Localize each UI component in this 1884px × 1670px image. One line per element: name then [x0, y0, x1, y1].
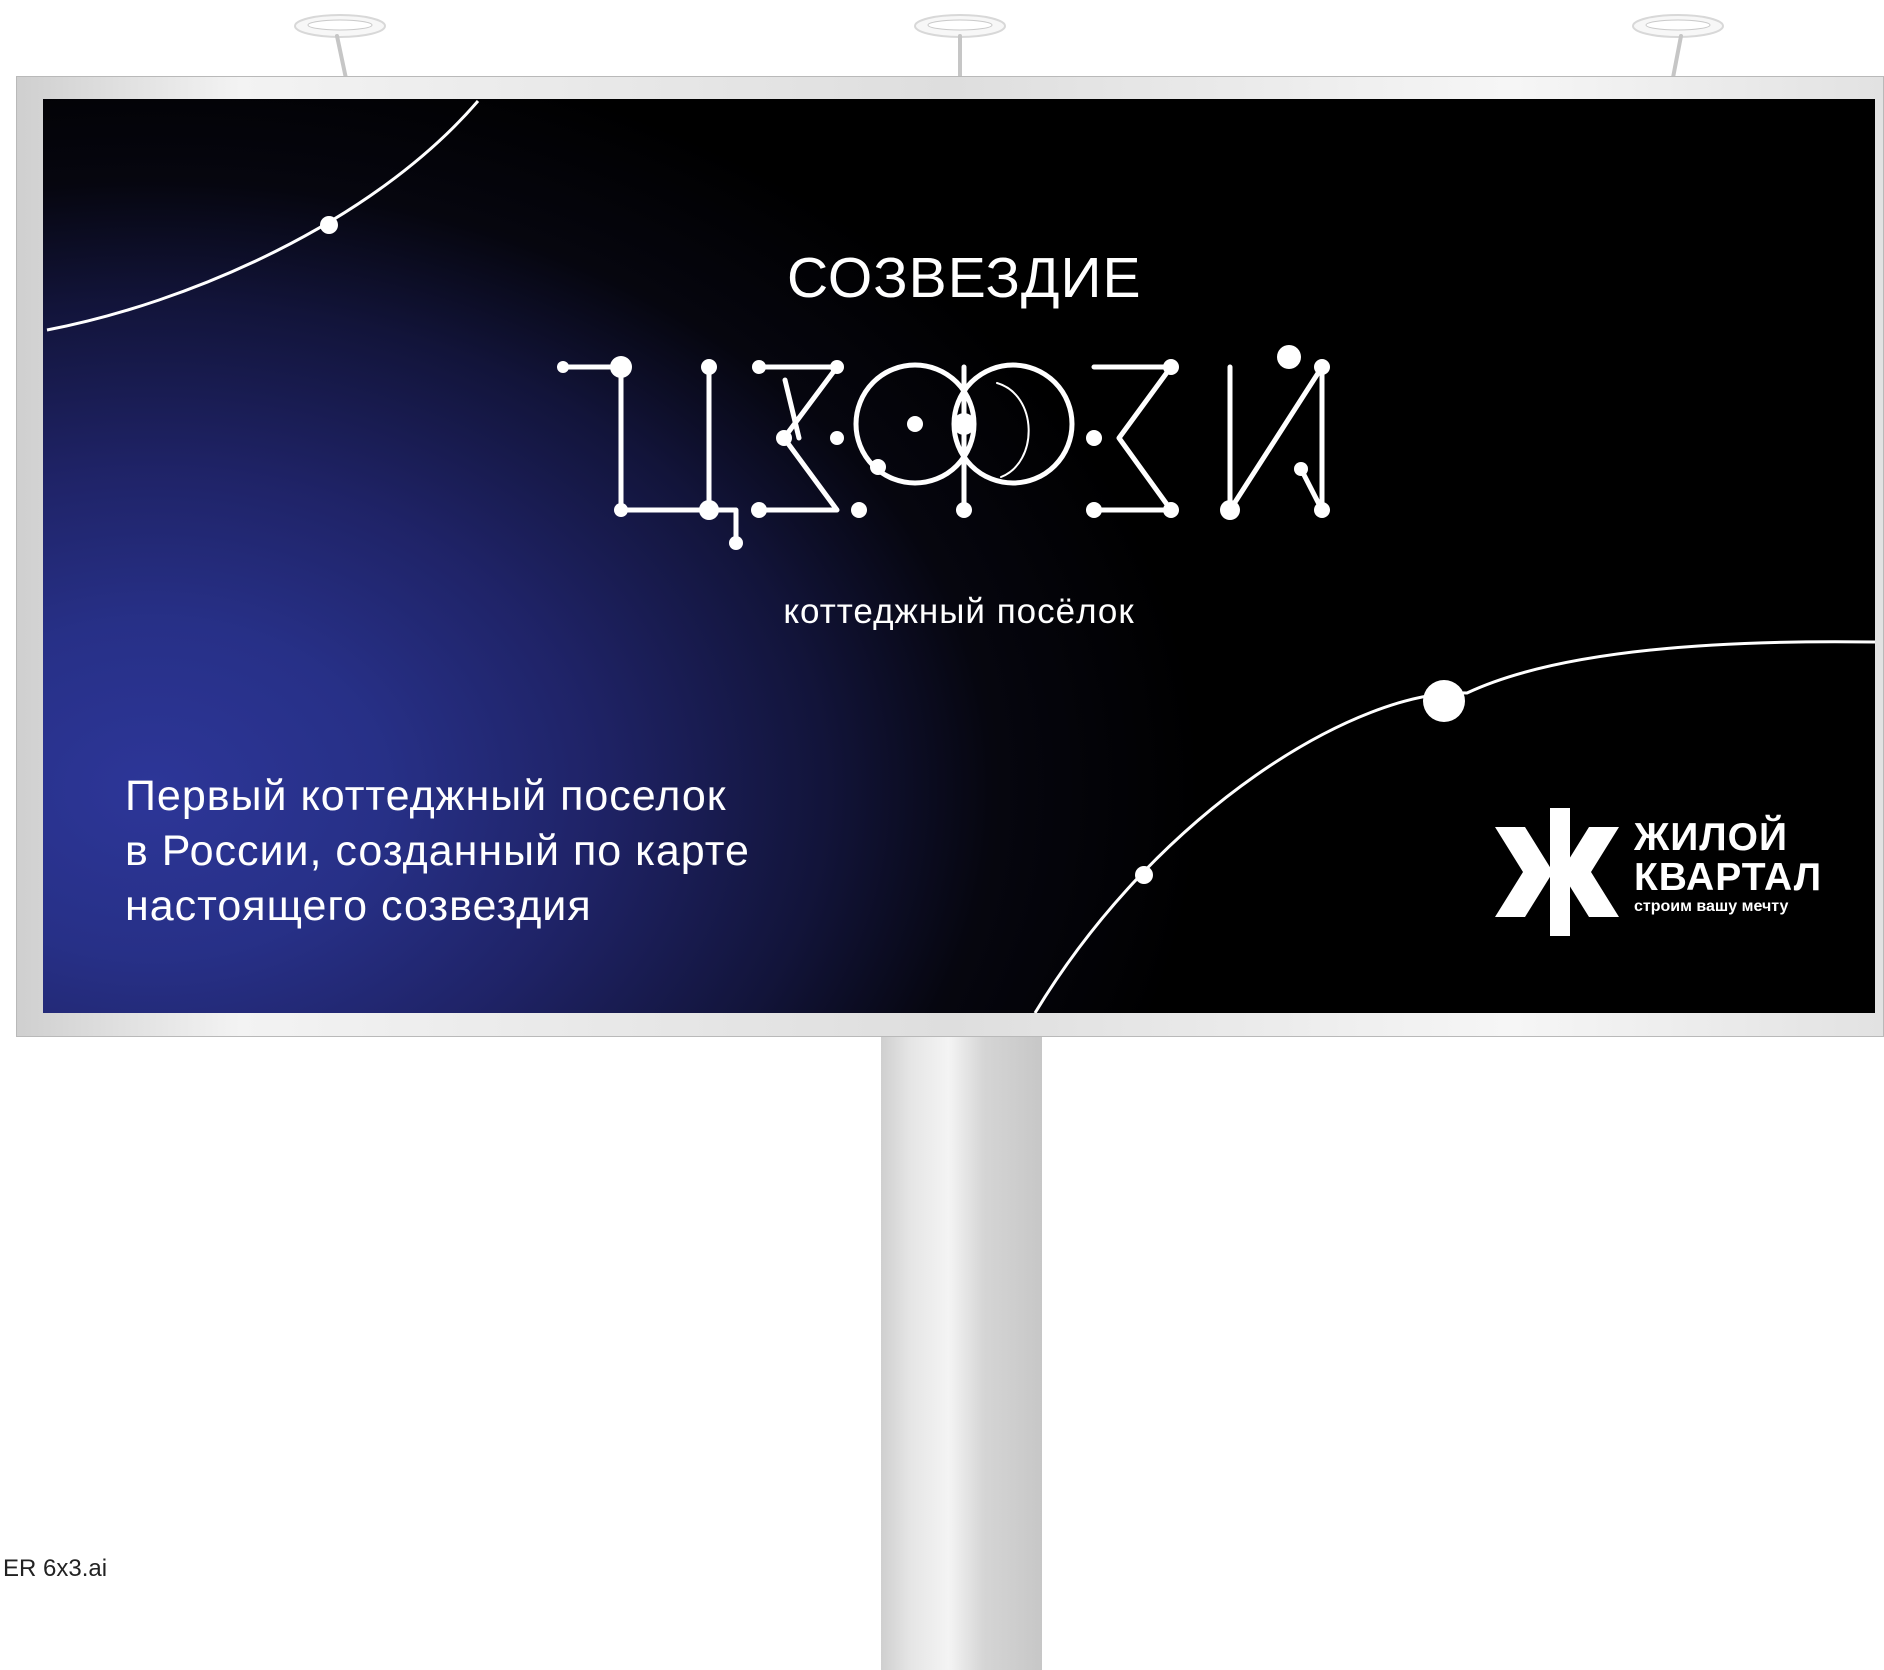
star-dot-icon [751, 502, 767, 518]
star-dot-icon [557, 361, 569, 373]
constellation-star-points [557, 345, 1330, 550]
developer-name-line-1: ЖИЛОЙ [1634, 816, 1789, 859]
developer-logo: ЖИЛОЙ КВАРТАЛ строим вашу мечту [1495, 808, 1855, 936]
zh-k-logo-icon [1495, 808, 1619, 936]
star-dot-icon [956, 502, 972, 518]
star-dot-icon [1086, 430, 1102, 446]
billboard-post [881, 1037, 1042, 1670]
star-dot-icon [1135, 866, 1153, 884]
star-dot-icon [752, 360, 766, 374]
star-dot-icon [1314, 502, 1330, 518]
star-dot-icon [1294, 462, 1308, 476]
star-dot-icon [830, 360, 844, 374]
developer-name-line-2: КВАРТАЛ [1634, 856, 1823, 899]
star-dot-icon [320, 216, 338, 234]
file-label: ER 6x3.ai [3, 1555, 108, 1582]
star-dot-icon [776, 430, 792, 446]
star-dot-icon [830, 431, 844, 445]
campaign-line: в России, созданный по карте [125, 827, 750, 875]
campaign-line: настоящего созвездия [125, 882, 592, 930]
star-dot-icon [870, 459, 886, 475]
star-dot-icon [1220, 500, 1240, 520]
orbit-line-icon [46, 100, 480, 332]
star-dot-icon [1086, 502, 1102, 518]
star-dot-icon [1277, 345, 1301, 369]
billboard-advertisement: СОЗВЕЗДИЕ коттеджный посёлок Первый котт… [43, 99, 1875, 1013]
star-dot-icon [610, 356, 632, 378]
star-dot-icon [953, 413, 975, 435]
star-dot-icon [729, 536, 743, 550]
star-dot-icon [1314, 359, 1330, 375]
billboard-mockup-canvas: СОЗВЕЗДИЕ коттеджный посёлок Первый котт… [0, 0, 1884, 1670]
star-dot-icon [614, 503, 628, 517]
village-kicker: СОЗВЕЗДИЕ [787, 246, 1142, 310]
star-dot-icon [1163, 502, 1179, 518]
star-dot-icon [851, 502, 867, 518]
village-subtitle: коттеджный посёлок [783, 592, 1135, 631]
star-dot-icon [701, 359, 717, 375]
campaign-line: Первый коттеджный поселок [125, 772, 727, 820]
campaign-copy: Первый коттеджный поселок в России, созд… [125, 769, 905, 934]
star-dot-icon [1423, 680, 1465, 722]
star-dot-icon [1163, 359, 1179, 375]
star-dot-icon [907, 416, 923, 432]
developer-tagline: строим вашу мечту [1634, 898, 1789, 915]
constellation-wordmark-icon [560, 362, 1325, 546]
star-dot-icon [699, 500, 719, 520]
